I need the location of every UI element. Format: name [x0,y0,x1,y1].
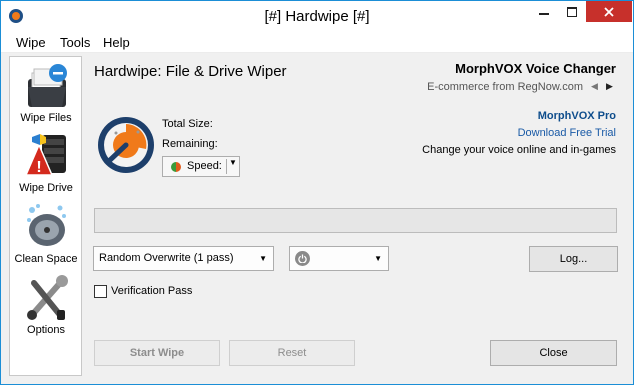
sidebar-item-label: Wipe Drive [19,182,73,194]
sidebar-item-clean-space[interactable]: Clean Space [10,200,82,270]
verification-pass-checkbox[interactable] [94,285,107,298]
ad-subtitle: E-commerce from RegNow.com [427,81,583,93]
log-button[interactable]: Log... [529,246,618,272]
sidebar-item-label: Clean Space [14,253,78,265]
remaining-label: Remaining: [162,138,218,150]
speed-label: Speed: [187,160,222,172]
sidebar-item-label: Options [27,324,65,336]
wipe-method-select[interactable]: Random Overwrite (1 pass) ▼ [93,246,274,271]
sidebar-item-label: Wipe Files [20,112,72,124]
power-action-select[interactable]: ▼ [289,246,389,271]
sidebar-item-wipe-files[interactable]: Wipe Files [10,59,82,129]
chevron-down-icon: ▼ [374,254,382,263]
maximize-button[interactable] [558,1,586,22]
title-bar[interactable]: [#] Hardwipe [#] [1,1,633,32]
minimize-icon [539,12,549,15]
chevron-down-icon[interactable]: ▼ [229,158,237,167]
maximize-icon [567,6,577,17]
power-icon [295,251,310,266]
speed-gauge-icon [98,117,154,173]
wipe-files-icon [28,64,67,107]
ad-previous-icon[interactable]: ◀ [591,81,598,92]
menu-help[interactable]: Help [103,35,130,50]
divider [226,159,227,174]
start-wipe-button[interactable]: Start Wipe [94,340,220,366]
page-title: Hardwipe: File & Drive Wiper [94,63,287,80]
minimize-button[interactable] [530,1,558,22]
ad-next-icon[interactable]: ▶ [606,81,613,92]
ad-title[interactable]: MorphVOX Voice Changer [455,61,616,76]
app-window: [#] Hardwipe [#] Wipe Tools Help Wipe Fi… [0,0,634,385]
close-button[interactable]: Close [490,340,617,366]
wipe-drive-icon: ! [24,134,66,176]
clean-space-icon [27,204,66,246]
menu-tools[interactable]: Tools [60,35,90,50]
total-size-label: Total Size: [162,118,213,130]
progress-bar [94,208,617,233]
verification-pass-label[interactable]: Verification Pass [111,285,192,297]
wipe-method-value: Random Overwrite (1 pass) [99,252,234,264]
reset-button[interactable]: Reset [229,340,355,366]
options-icon [27,275,68,320]
chevron-down-icon: ▼ [259,254,267,263]
sidebar: Wipe Files ! Wipe Drive Clean Space Opti… [9,56,82,376]
speed-indicator-icon [171,162,181,172]
ad-product[interactable]: MorphVOX Pro [538,110,616,122]
sidebar-item-options[interactable]: Options [10,271,82,341]
menu-wipe[interactable]: Wipe [16,35,46,50]
speed-dropdown[interactable]: Speed: ▼ [162,156,240,177]
ad-description: Change your voice online and in-games [422,144,616,156]
menu-bar: Wipe Tools Help [1,32,633,53]
close-icon [604,6,614,17]
svg-text:!: ! [36,159,41,176]
ad-download-link[interactable]: Download Free Trial [518,127,616,139]
close-window-button[interactable] [586,1,632,22]
sidebar-item-wipe-drive[interactable]: ! Wipe Drive [10,129,82,199]
